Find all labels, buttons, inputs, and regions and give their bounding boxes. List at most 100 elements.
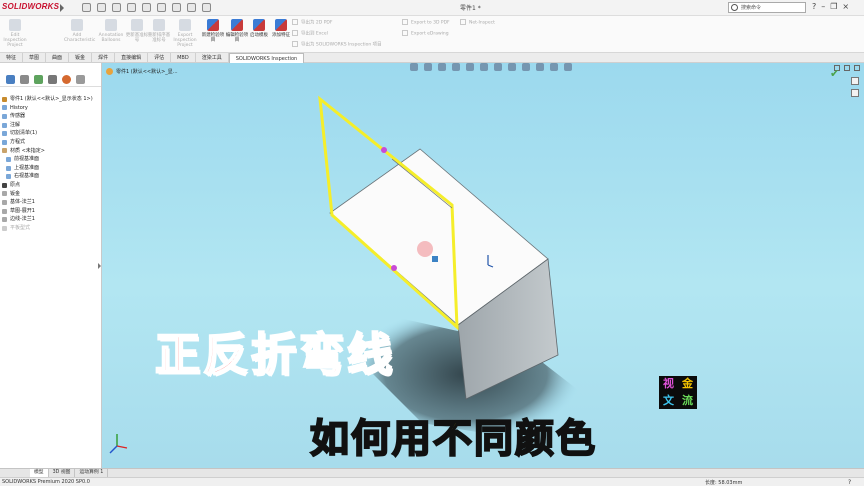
tab-direct-editing[interactable]: 直接编辑 [115,53,149,63]
tree-item[interactable]: 材质 <未指定> [0,147,101,156]
ribbon-button-annotation-balloons[interactable]: Annotation Balloons [98,19,124,43]
tab-weldments[interactable]: 焊件 [92,53,116,63]
feature-manager-panel: 零件1 (默认<<默认>_显示状态 1>) History 传感器 注解 切割清… [0,63,102,468]
channel-watermark-logo: 视 金 文 流 [659,376,697,409]
panel-collapse-icon[interactable] [98,263,101,269]
sensor-icon [2,113,7,119]
export-edrawing[interactable]: Export eDrawing [402,30,449,37]
plane-icon [6,156,11,162]
tree-item[interactable]: 上视基准面 [0,164,101,173]
dimxpert-icon[interactable] [48,75,57,84]
material-icon [2,148,7,154]
pin-marker[interactable] [381,147,387,153]
tree-item[interactable]: 注解 [0,121,101,130]
sheet-metal-icon [2,191,7,197]
tree-item[interactable]: 基体-法兰1 [0,198,101,207]
tab-sheet-metal[interactable]: 钣金 [69,53,93,63]
tree-item[interactable]: 前视基准面 [0,155,101,164]
tree-item[interactable]: 平板型式 [0,224,101,233]
restore-button[interactable]: ❐ [830,2,837,11]
tree-item[interactable]: 原点 [0,181,101,190]
rebuild-icon[interactable] [187,3,196,12]
tab-model[interactable]: 模型 [30,469,49,477]
export-3d-pdf[interactable]: Export to 3D PDF [402,19,450,26]
balloon-icon [105,19,117,31]
solidworks-logo[interactable]: SOLIDWORKS [2,2,59,11]
open-file-icon[interactable] [112,3,121,12]
ribbon-button-add-characteristic[interactable]: Add Characteristic [64,19,95,43]
tree-item[interactable]: 切割清单(1) [0,129,101,138]
tree-item[interactable]: 方程式 [0,138,101,147]
window-controls: ? – ❐ × [812,2,849,11]
reorder-balloons-icon [153,19,165,31]
tree-item[interactable]: 右视基准面 [0,172,101,181]
edge-flange-icon [2,217,7,223]
update-balloons-icon [131,19,143,31]
ribbon-button-new-project[interactable]: 新建检验项目 [200,19,226,43]
net-inspect[interactable]: Net-Inspect [460,19,495,26]
tab-mbd[interactable]: MBD [171,53,196,63]
tree-item[interactable]: 钣金 [0,190,101,199]
tab-sketch[interactable]: 草图 [23,53,47,63]
close-button[interactable]: × [842,2,849,11]
tab-features[interactable]: 特征 [0,53,24,63]
plane-icon [6,174,11,180]
tab-motion-study[interactable]: 运动算例 1 [75,469,109,477]
tree-item[interactable]: History [0,104,101,113]
undo-icon[interactable] [157,3,166,12]
home-icon[interactable] [82,3,91,12]
tree-item[interactable]: 草图-展开1 [0,207,101,216]
ribbon-button-add-feature[interactable]: 添加特征 [268,19,294,38]
status-version: SOLIDWORKS Premium 2020 SP0.0 [2,479,90,485]
tree-item[interactable]: 边线-法兰1 [0,215,101,224]
command-manager-ribbon: Edit Inspection Project Add Characterist… [0,16,864,53]
select-icon[interactable] [172,3,181,12]
panel-tab-icons [0,63,101,87]
ribbon-button-export-inspection[interactable]: Export Inspection Project [172,19,198,48]
tab-evaluate[interactable]: 评估 [148,53,172,63]
minimize-button[interactable]: – [821,2,825,11]
export-inspection-project[interactable]: 导出为 SOLIDWORKS Inspection 项目 [292,41,382,48]
panel-expand-icon[interactable] [76,75,85,84]
ribbon-button-reorder-balloons[interactable]: 重新排序基准标号 [146,19,172,43]
feature-tree: 零件1 (默认<<默认>_显示状态 1>) History 传感器 注解 切割清… [0,87,101,233]
export-excel[interactable]: 导出到 Excel [292,30,328,37]
feature-tree-icon[interactable] [6,75,15,84]
new-file-icon[interactable] [97,3,106,12]
pin-marker[interactable] [391,265,397,271]
origin-marker-icon [432,256,438,262]
excel-icon [292,30,298,36]
tree-item[interactable]: 传感器 [0,112,101,121]
status-help-icon[interactable]: ? [848,479,851,486]
print-icon[interactable] [142,3,151,12]
sketch-unfold-icon [2,208,7,214]
cut-list-icon [2,131,7,137]
export-2d-pdf[interactable]: 导出为 2D PDF [292,19,332,26]
ribbon-button-edit-inspection[interactable]: Edit Inspection Project [2,19,28,48]
command-tabs: 特征 草图 曲面 钣金 焊件 直接编辑 评估 MBD 渲染工具 SOLIDWOR… [0,53,864,63]
configuration-manager-icon[interactable] [34,75,43,84]
save-icon[interactable] [127,3,136,12]
title-bar: SOLIDWORKS 零件1 * 搜索命令 ? – ❐ × [0,0,864,16]
net-inspect-icon [460,19,466,25]
tab-solidworks-inspection[interactable]: SOLIDWORKS Inspection [228,53,305,63]
help-button[interactable]: ? [812,2,816,11]
launch-template-icon [253,19,265,31]
export-inspection-icon [179,19,191,31]
tree-root-part[interactable]: 零件1 (默认<<默认>_显示状态 1>) [0,95,101,104]
tab-3d-views[interactable]: 3D 视图 [49,469,76,477]
search-icon [731,4,738,11]
document-title: 零件1 * [460,5,481,12]
search-commands-input[interactable]: 搜索命令 [728,2,806,13]
plane-icon [6,165,11,171]
search-placeholder: 搜索命令 [741,5,762,11]
inspection-icon [292,41,298,47]
tab-surfaces[interactable]: 曲面 [46,53,70,63]
tab-render-tools[interactable]: 渲染工具 [196,53,229,63]
equation-icon [2,139,7,145]
property-manager-icon[interactable] [20,75,29,84]
add-characteristic-icon [71,19,83,31]
options-gear-icon[interactable] [202,3,211,12]
menu-expand-icon[interactable] [60,4,64,12]
display-manager-icon[interactable] [62,75,71,84]
